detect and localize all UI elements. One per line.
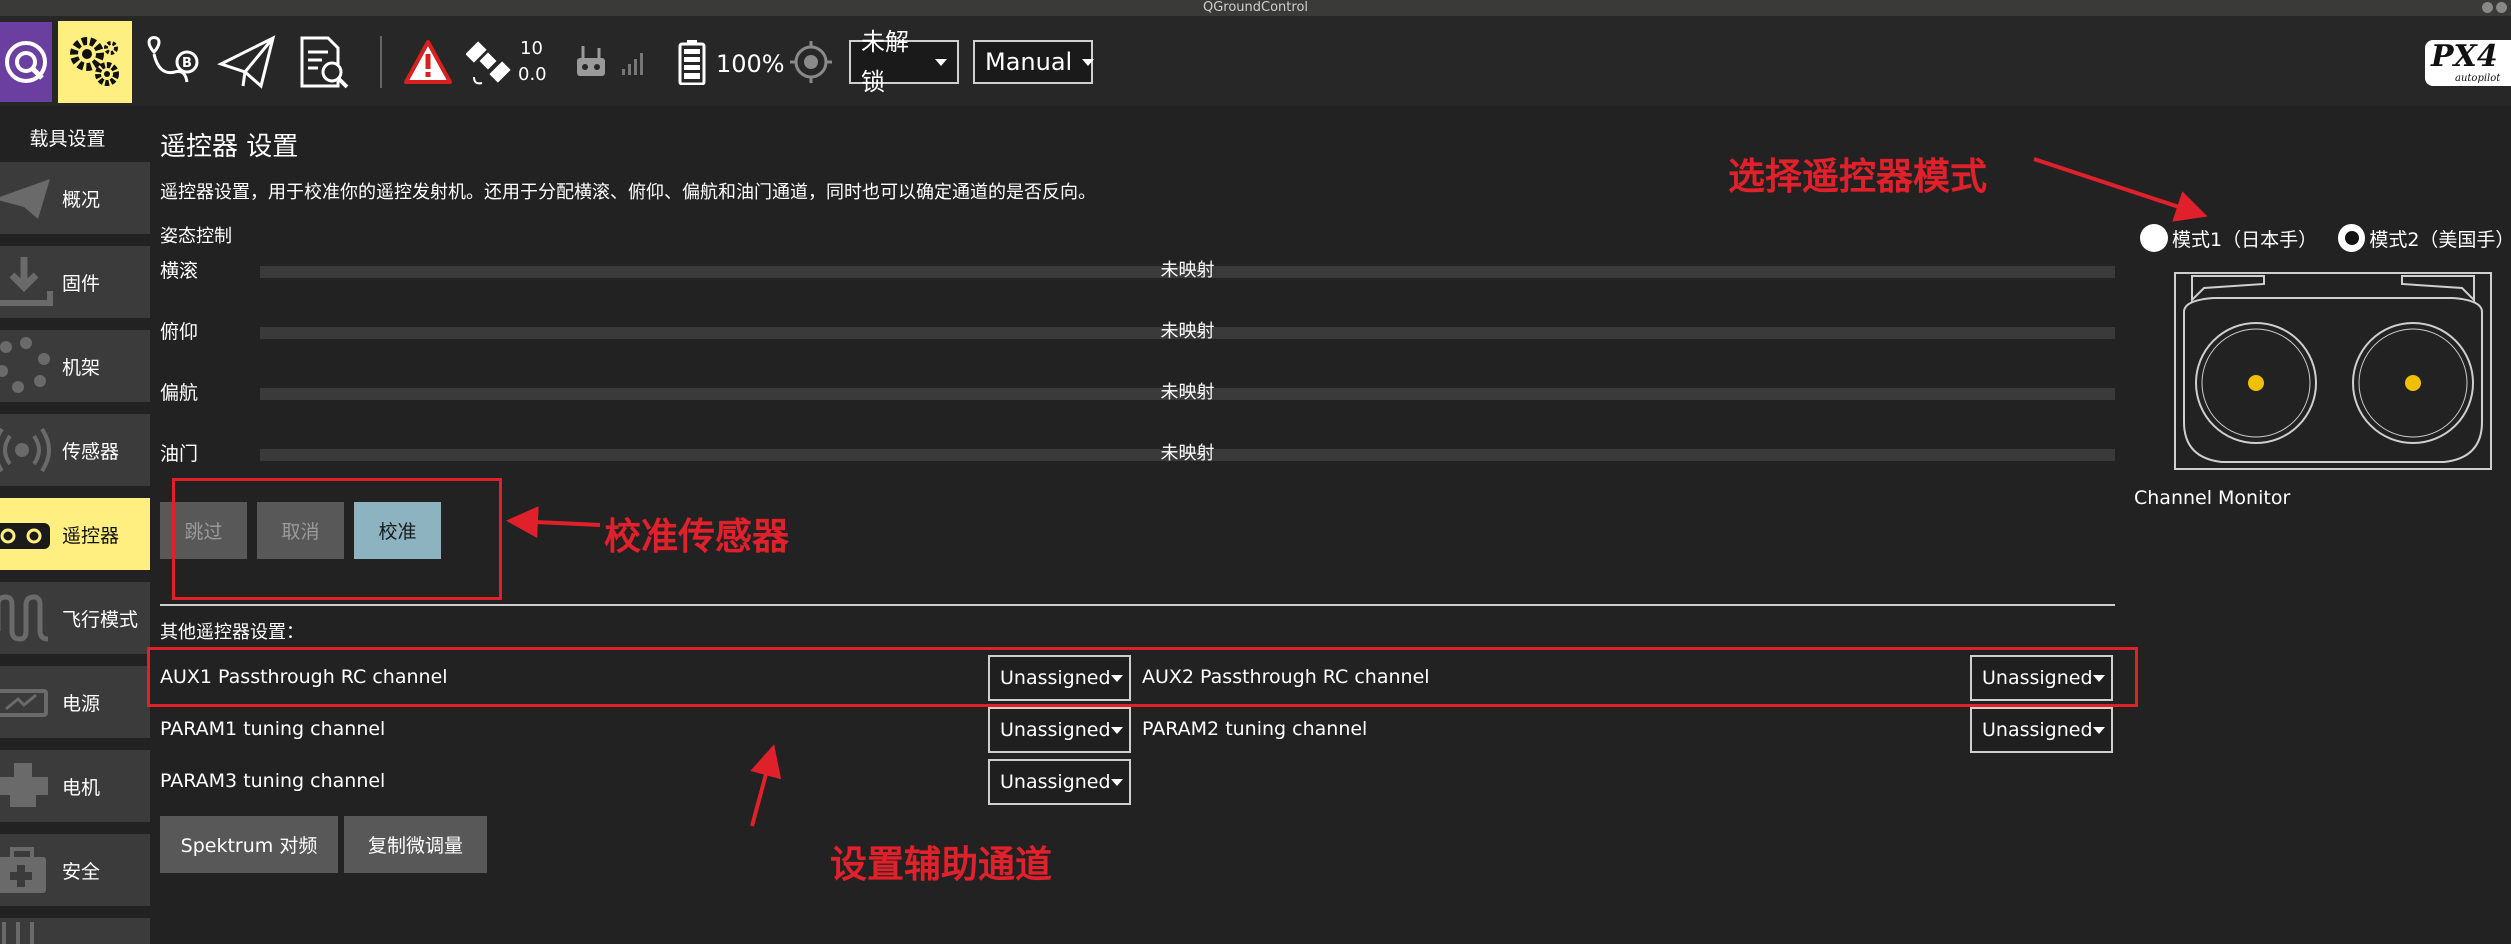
annotation-arrows: [506, 157, 2208, 827]
qgc-window: QGroundControl B 10 0.0 100% 未解锁 Manual …: [0, 0, 2511, 944]
mode-arrow: [2033, 157, 2208, 222]
aux-arrow: [750, 744, 782, 827]
calibrate-arrow: [506, 506, 601, 539]
